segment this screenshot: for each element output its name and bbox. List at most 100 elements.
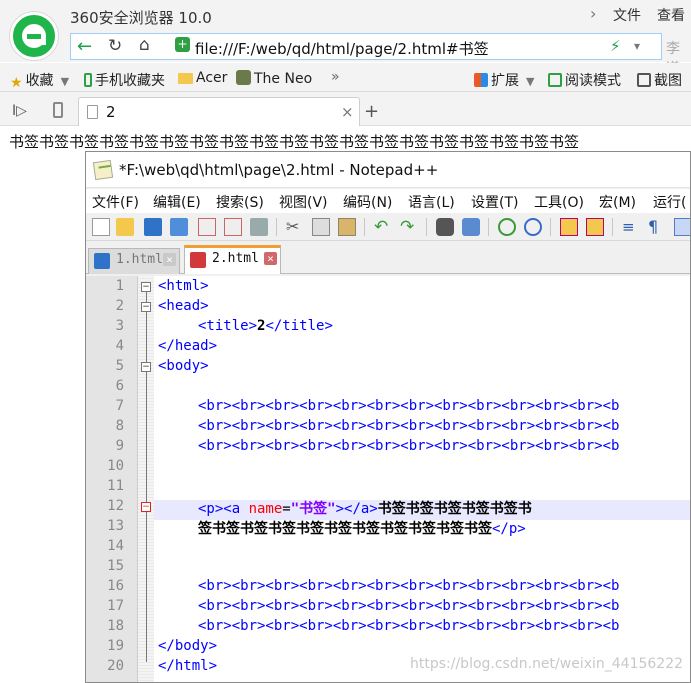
notepad-title-bar: *F:\web\qd\html\page\2.html - Notepad++ xyxy=(86,152,690,188)
menu-language[interactable]: 语言(L) xyxy=(408,192,455,212)
cut-icon[interactable]: ✂ xyxy=(286,218,304,236)
indent-guide-icon[interactable] xyxy=(674,218,690,236)
watermark-text: https://blog.csdn.net/weixin_44156222 xyxy=(410,656,684,672)
fold-toggle-icon[interactable]: − xyxy=(141,302,151,312)
bookmark-neo[interactable]: The Neo xyxy=(236,70,312,87)
line-number: 3 xyxy=(115,318,124,334)
app-title: 360安全浏览器 10.0 xyxy=(70,9,212,27)
line-number: 19 xyxy=(107,638,124,654)
fold-toggle-icon[interactable]: − xyxy=(141,502,151,512)
code-line-13: 签书签书签书签书签书签书签书签书签书签书签</p> xyxy=(198,518,526,538)
open-folder-icon[interactable] xyxy=(116,218,134,236)
sidebar-toggle-icon[interactable]: I▷ xyxy=(12,103,27,119)
save-icon[interactable] xyxy=(144,218,162,236)
file-tab-label: 2.html xyxy=(212,251,259,266)
close-file-icon[interactable] xyxy=(198,218,216,236)
sync-horizontal-icon[interactable] xyxy=(586,218,604,236)
find-icon[interactable] xyxy=(436,218,454,236)
code-line-5: <body> xyxy=(158,358,209,374)
menu-encoding[interactable]: 编码(N) xyxy=(343,192,392,212)
bookmark-label: The Neo xyxy=(254,71,313,87)
extensions-button[interactable]: 扩展 ▼ xyxy=(474,70,534,90)
new-tab-button[interactable]: + xyxy=(364,101,379,122)
code-tag: <title> xyxy=(198,318,258,334)
page-content-text: 书签书签书签书签书签书签书签书签书签书签书签书签书签书签书签书签书签书签书签 xyxy=(9,133,580,151)
bookmark-favorites[interactable]: ★ 收藏 ▼ xyxy=(10,70,69,91)
code-line-8: <br><br><br><br><br><br><br><br><br><br>… xyxy=(198,418,620,434)
phone-icon[interactable] xyxy=(53,102,63,118)
browser-window: 360安全浏览器 10.0 › 文件 查看 ← ↻ ⌂ + file:///F:… xyxy=(0,0,691,683)
save-all-icon[interactable] xyxy=(170,218,188,236)
file-tab-label: 1.html xyxy=(116,252,163,267)
reload-icon[interactable]: ↻ xyxy=(108,36,122,56)
word-wrap-icon[interactable]: ≡ xyxy=(622,218,640,236)
file-tab-2[interactable]: 2.html × xyxy=(184,245,281,274)
file-tab-1[interactable]: 1.html × xyxy=(88,248,180,274)
code-line-2: <head> xyxy=(158,298,209,314)
zoom-in-icon[interactable] xyxy=(498,218,516,236)
menu-settings[interactable]: 设置(T) xyxy=(471,192,518,212)
close-tab-icon[interactable]: × xyxy=(163,253,176,266)
menu-search[interactable]: 搜索(S) xyxy=(216,192,264,212)
code-attribute-value: "书签" xyxy=(290,501,336,517)
tab-active[interactable] xyxy=(78,97,360,126)
browser-logo-icon xyxy=(10,12,58,60)
undo-icon[interactable]: ↶ xyxy=(374,218,392,236)
home-icon[interactable]: ⌂ xyxy=(139,35,150,55)
menu-file[interactable]: 文件(F) xyxy=(92,192,139,212)
copy-icon[interactable] xyxy=(312,218,330,236)
scissors-icon xyxy=(637,73,651,87)
code-editor[interactable]: 1 2 3 4 5 6 7 8 9 10 11 12 13 14 15 16 1… xyxy=(86,276,690,682)
screenshot-label: 截图 xyxy=(654,73,682,89)
replace-icon[interactable] xyxy=(462,218,480,236)
screenshot-button[interactable]: 截图 xyxy=(637,70,682,90)
line-number: 16 xyxy=(107,578,124,594)
bookmark-acer[interactable]: Acer xyxy=(178,70,227,86)
close-tab-icon[interactable]: × xyxy=(264,252,277,265)
code-line-7: <br><br><br><br><br><br><br><br><br><br>… xyxy=(198,398,620,414)
url-text[interactable]: file:///F:/web/qd/html/page/2.html#书签 xyxy=(195,38,489,59)
line-number: 18 xyxy=(107,618,124,634)
new-file-icon[interactable] xyxy=(92,218,110,236)
zoom-out-icon[interactable] xyxy=(524,218,542,236)
tab-close-icon[interactable]: × xyxy=(341,103,354,121)
code-line-20: </html> xyxy=(158,658,218,674)
fold-toggle-icon[interactable]: − xyxy=(141,362,151,372)
paste-icon[interactable] xyxy=(338,218,356,236)
sync-vertical-icon[interactable] xyxy=(560,218,578,236)
code-line-18: <br><br><br><br><br><br><br><br><br><br>… xyxy=(198,618,620,634)
redo-icon[interactable]: ↷ xyxy=(400,218,418,236)
notepad-file-tabs: 1.html × 2.html × xyxy=(86,242,690,274)
bookmark-mobile[interactable]: 手机收藏夹 xyxy=(84,70,165,90)
line-number: 12 xyxy=(107,498,124,514)
menu-macro[interactable]: 宏(M) xyxy=(599,192,636,212)
extensions-icon xyxy=(474,73,488,87)
speed-mode-icon[interactable]: ⚡ xyxy=(610,37,621,55)
menu-edit[interactable]: 编辑(E) xyxy=(153,192,201,212)
line-number: 8 xyxy=(115,418,124,434)
star-icon: ★ xyxy=(10,75,23,91)
reading-mode-button[interactable]: 阅读模式 xyxy=(548,70,621,90)
code-tag: <p><a xyxy=(198,501,249,517)
menu-run[interactable]: 运行( xyxy=(653,192,686,212)
menu-view[interactable]: 查看 xyxy=(657,5,685,25)
bookmark-label: Acer xyxy=(196,70,228,86)
menu-tools[interactable]: 工具(O) xyxy=(534,192,584,212)
show-all-chars-icon[interactable]: ¶ xyxy=(648,218,666,236)
bookmark-label: 手机收藏夹 xyxy=(95,73,165,89)
menu-chevron-icon[interactable]: › xyxy=(590,4,596,23)
code-line-12: <p><a name="书签"></a>书签书签书签书签书签书 xyxy=(198,498,532,518)
close-all-icon[interactable] xyxy=(224,218,242,236)
disk-icon xyxy=(94,253,110,269)
print-icon[interactable] xyxy=(250,218,268,236)
bookmarks-more-button[interactable]: » xyxy=(331,69,340,85)
back-arrow-icon[interactable]: ← xyxy=(77,36,92,57)
security-shield-icon[interactable]: + xyxy=(175,37,190,52)
menu-file[interactable]: 文件 xyxy=(613,5,641,25)
fold-toggle-icon[interactable]: − xyxy=(141,282,151,292)
address-dropdown-icon[interactable]: ▾ xyxy=(634,39,640,53)
code-line-16: <br><br><br><br><br><br><br><br><br><br>… xyxy=(198,578,620,594)
line-number: 9 xyxy=(115,438,124,454)
menu-view[interactable]: 视图(V) xyxy=(279,192,328,212)
chevron-down-icon: ▼ xyxy=(526,75,535,88)
